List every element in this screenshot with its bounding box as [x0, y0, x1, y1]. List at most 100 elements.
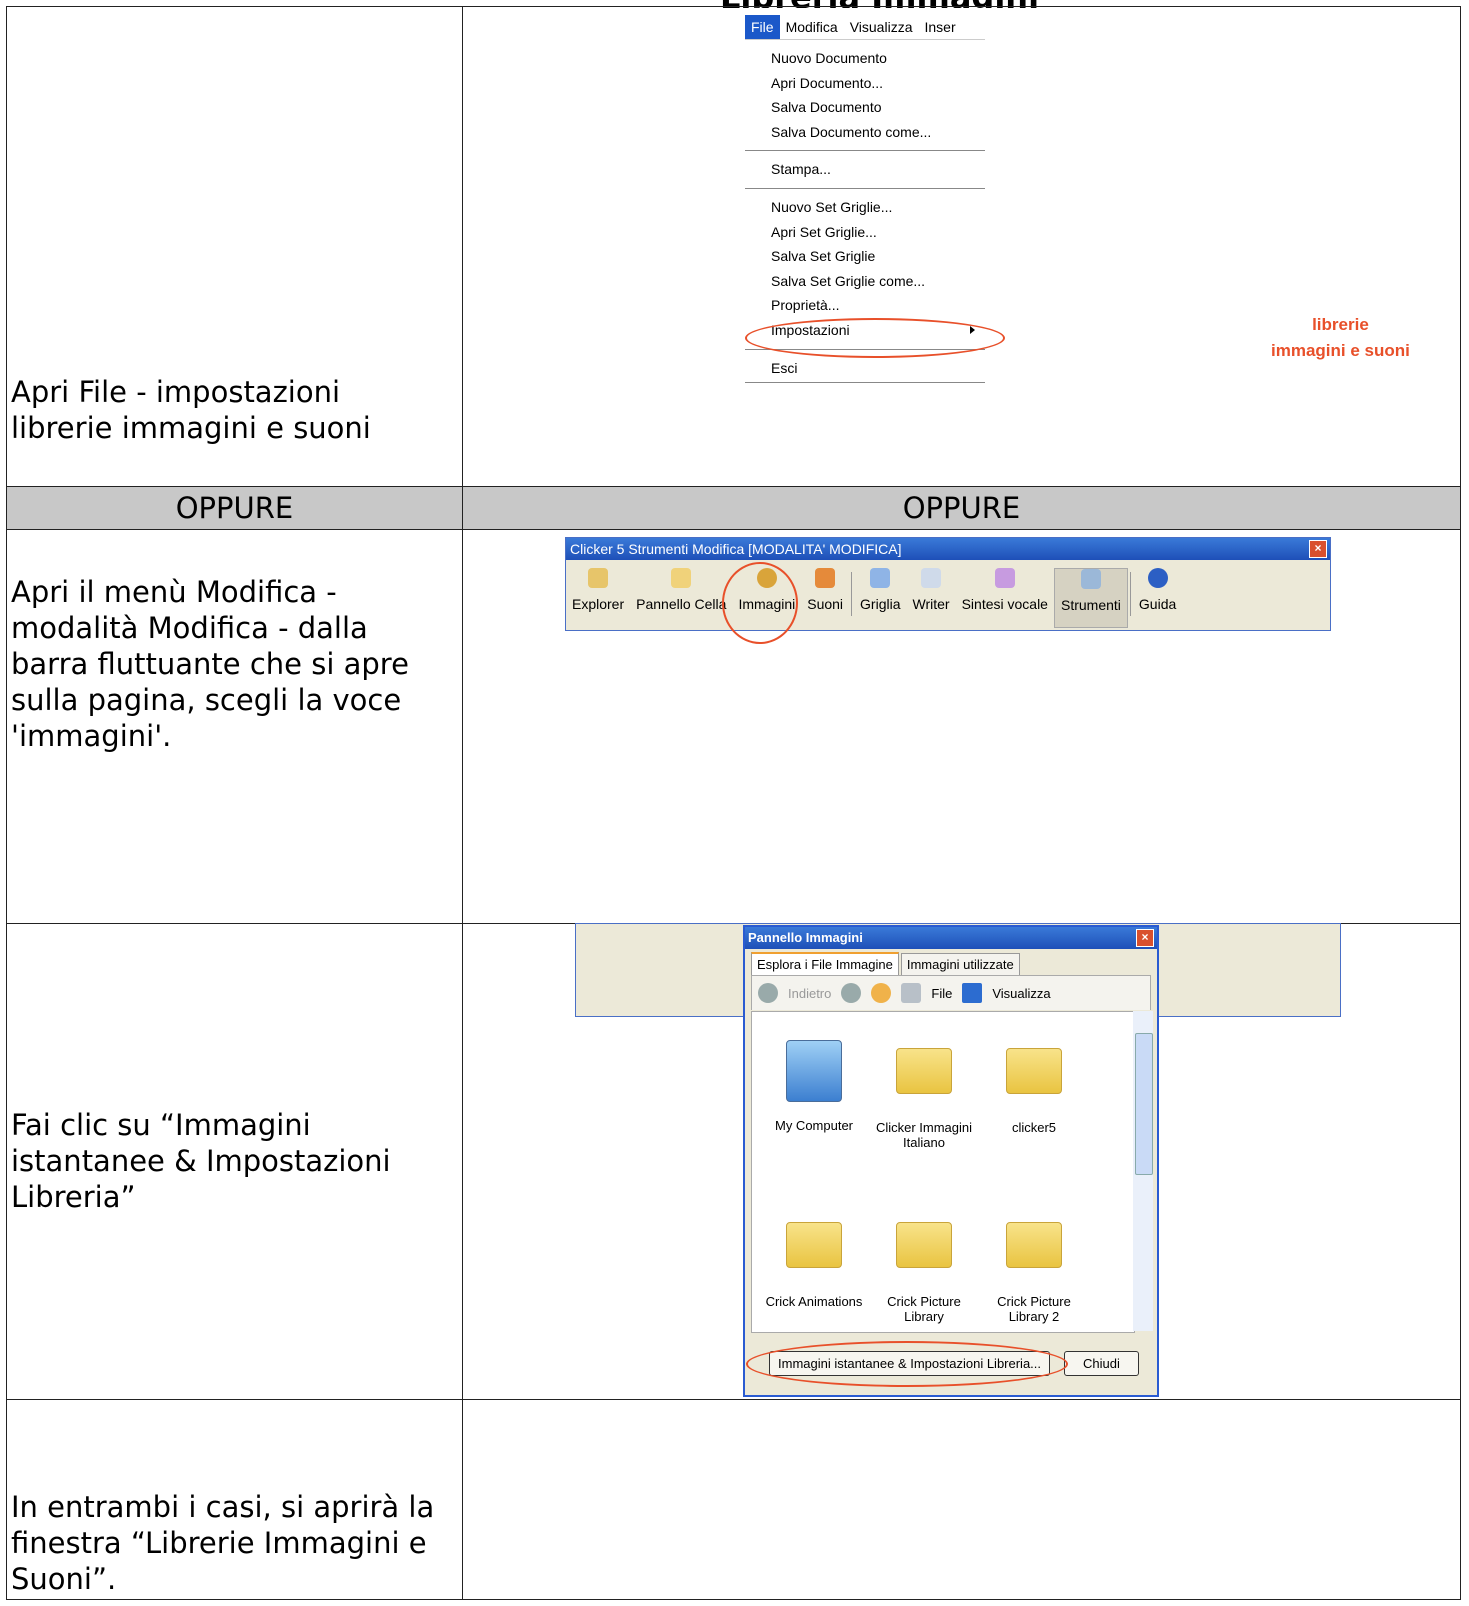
clicker-toolbar-window: Clicker 5 Strumenti Modifica [MODALITA' …	[565, 537, 1331, 644]
toolbar-button-pannello-cella[interactable]: Pannello Cella	[630, 568, 732, 628]
row1-description-cell: Apri File - impostazioni librerie immagi…	[6, 6, 463, 487]
callout-line: immagini e suoni	[1271, 341, 1410, 360]
folder-icon	[896, 1222, 952, 1268]
toolbar-button-writer[interactable]: Writer	[907, 568, 956, 628]
toolbar-separator	[851, 572, 853, 616]
file-item-my-computer[interactable]: My Computer	[764, 1040, 864, 1133]
tab-immagini-utilizzate[interactable]: Immagini utilizzate	[900, 953, 1020, 975]
desc-line: barra fluttuante che si apre	[11, 647, 409, 681]
menu-separator	[745, 187, 985, 189]
image-panel-window: Pannello Immagini × Esplora i File Immag…	[743, 925, 1159, 1397]
grid-icon	[870, 568, 891, 588]
file-item-label: Crick Picture Library 2	[997, 1294, 1071, 1324]
highlight-ellipse	[745, 318, 1005, 358]
desc-line: Apri il menù Modifica -	[11, 575, 337, 609]
file-dropdown[interactable]: File	[931, 986, 952, 1001]
chiudi-button[interactable]: Chiudi	[1064, 1350, 1139, 1376]
toolbar-button-label: Explorer	[572, 596, 625, 612]
menu-item-nuovo-set-griglie[interactable]: Nuovo Set Griglie...	[745, 195, 985, 220]
image-panel-tabs: Esplora i File Immagine Immagini utilizz…	[745, 949, 1157, 975]
menu-item-proprieta[interactable]: Proprietà...	[745, 293, 985, 318]
menu-file[interactable]: File	[745, 15, 780, 39]
menu-item-salva-set-griglie-come[interactable]: Salva Set Griglie come...	[745, 269, 985, 294]
row5-empty-cell	[462, 1399, 1461, 1600]
view-dropdown[interactable]: Visualizza	[992, 986, 1050, 1001]
file-item-label: Clicker Immagini Italiano	[875, 1120, 973, 1150]
file-item-folder[interactable]: Crick Picture Library	[874, 1222, 974, 1324]
toolbar-button-griglia[interactable]: Griglia	[854, 568, 906, 628]
menubar: File Modifica Visualizza Inser	[745, 15, 985, 40]
home-icon[interactable]	[871, 983, 892, 1003]
desc-line: sulla pagina, scegli la voce	[11, 683, 402, 717]
menu-modifica[interactable]: Modifica	[780, 19, 844, 35]
image-panel-title: Pannello Immagini	[748, 930, 863, 945]
forward-arrow-icon[interactable]	[841, 983, 862, 1003]
menu-item-apri-documento[interactable]: Apri Documento...	[745, 71, 985, 96]
menu-inserisci[interactable]: Inser	[918, 19, 961, 35]
row5-description-cell: In entrambi i casi, si aprirà la finestr…	[6, 1399, 463, 1600]
row-final: In entrambi i casi, si aprirà la finestr…	[6, 1399, 1461, 1600]
image-panel-navbar: Indietro File Visualizza	[751, 975, 1151, 1010]
file-item-folder[interactable]: Crick Animations	[764, 1222, 864, 1309]
row-oppure: OPPURE OPPURE	[6, 486, 1461, 530]
file-item-label: Crick Picture Library	[887, 1294, 961, 1324]
menu-item-stampa[interactable]: Stampa...	[745, 157, 985, 182]
menu-item-esci[interactable]: Esci	[745, 356, 985, 381]
desc-line: Suoni”.	[11, 1562, 117, 1596]
image-panel-titlebar: Pannello Immagini ×	[745, 927, 1157, 949]
desc-line: In entrambi i casi, si aprirà la	[11, 1490, 435, 1524]
menu-item-salva-set-griglie[interactable]: Salva Set Griglie	[745, 244, 985, 269]
callout-label: librerie immagini e suoni	[1271, 312, 1410, 364]
tools-icon	[1080, 569, 1101, 589]
callout-line: librerie	[1312, 315, 1369, 334]
vertical-scrollbar[interactable]	[1133, 1011, 1153, 1331]
toolbar-button-label: Writer	[912, 596, 950, 612]
toolbar-title: Clicker 5 Strumenti Modifica [MODALITA' …	[570, 541, 902, 557]
desc-line: modalità Modifica - dalla	[11, 611, 368, 645]
menu-visualizza[interactable]: Visualizza	[844, 19, 919, 35]
row1-screenshot-cell: File Modifica Visualizza Inser Nuovo Doc…	[462, 6, 1461, 487]
back-arrow-icon[interactable]	[758, 983, 778, 1003]
file-item-folder[interactable]: clicker5	[984, 1048, 1084, 1135]
desc-line: Libreria”	[11, 1179, 136, 1214]
toolbar-button-guida[interactable]: Guida	[1133, 568, 1182, 628]
file-item-folder[interactable]: Crick Picture Library 2	[984, 1222, 1084, 1324]
toolbar-button-explorer[interactable]: Explorer	[566, 568, 630, 628]
close-icon[interactable]: ×	[1309, 540, 1327, 558]
file-item-label: Crick Animations	[765, 1294, 863, 1309]
cell-panel-icon	[671, 568, 692, 588]
toolbar-button-strumenti[interactable]: Strumenti	[1053, 568, 1128, 628]
back-label[interactable]: Indietro	[788, 986, 831, 1001]
row-file-menu: Apri File - impostazioni librerie immagi…	[6, 6, 1461, 487]
desc-line: istantanee & Impostazioni	[11, 1143, 391, 1178]
desc-line: Apri File - impostazioni	[11, 375, 341, 409]
toolbar-buttons: Explorer Pannello Cella Immagini Suoni G…	[566, 560, 1330, 644]
close-icon[interactable]: ×	[1136, 929, 1154, 947]
toolbar-button-suoni[interactable]: Suoni	[801, 568, 849, 628]
file-item-label: clicker5	[1011, 1120, 1057, 1135]
folder-up-icon[interactable]	[901, 983, 922, 1003]
folder-icon	[786, 1222, 842, 1268]
tab-esplora-file[interactable]: Esplora i File Immagine	[751, 952, 899, 975]
menu-item-apri-set-griglie[interactable]: Apri Set Griglie...	[745, 220, 985, 245]
highlight-ellipse	[746, 1341, 1068, 1387]
magnifier-icon	[588, 568, 609, 588]
toolbar-button-sintesi-vocale[interactable]: Sintesi vocale	[956, 568, 1054, 628]
image-panel-file-list: My Computer Clicker Immagini Italiano cl…	[751, 1011, 1135, 1333]
desc-line: 'immagini'.	[11, 719, 172, 753]
menu-item-salva-documento-come[interactable]: Salva Documento come...	[745, 120, 985, 145]
toolbar-button-immagini[interactable]: Immagini	[722, 562, 801, 644]
file-item-folder[interactable]: Clicker Immagini Italiano	[874, 1048, 974, 1150]
menu-separator	[745, 150, 985, 152]
row4-description-cell: Fai clic su “Immagini istantanee & Impos…	[6, 923, 463, 1400]
scrollbar-thumb[interactable]	[1135, 1033, 1153, 1175]
view-icon[interactable]	[962, 983, 983, 1003]
toolbar-separator	[1129, 572, 1131, 616]
menu-item-nuovo-documento[interactable]: Nuovo Documento	[745, 46, 985, 71]
row3-description-cell: Apri il menù Modifica - modalità Modific…	[6, 529, 463, 924]
menu-separator	[745, 382, 985, 384]
menu-item-salva-documento[interactable]: Salva Documento	[745, 95, 985, 120]
file-item-label: My Computer	[774, 1118, 854, 1133]
oppure-left: OPPURE	[6, 486, 463, 530]
row-image-panel: Fai clic su “Immagini istantanee & Impos…	[6, 923, 1461, 1400]
